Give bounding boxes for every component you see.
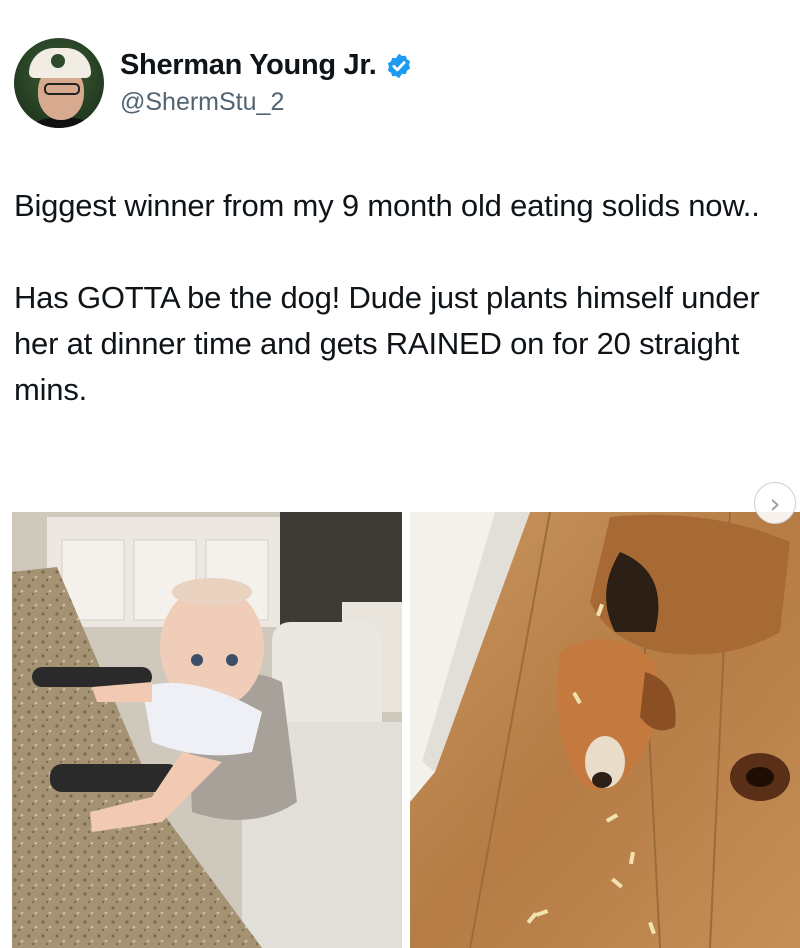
chevron-right-icon[interactable]: › [754, 482, 796, 524]
author-handle[interactable]: @ShermStu_2 [120, 88, 413, 117]
tweet-header: Sherman Young Jr. @ShermStu_2 [14, 38, 413, 128]
verified-badge-icon [387, 53, 410, 78]
dog-on-wood-floor-photo [410, 512, 800, 948]
baby-in-high-chair-photo [12, 512, 402, 948]
author-names: Sherman Young Jr. @ShermStu_2 [120, 49, 413, 117]
author-avatar[interactable] [14, 38, 104, 128]
avatar-cap [29, 48, 91, 78]
display-name-row: Sherman Young Jr. [120, 49, 413, 82]
tweet-text: Biggest winner from my 9 month old eatin… [14, 188, 760, 407]
media-photo-dog[interactable] [410, 512, 800, 948]
media-photo-baby[interactable] [12, 512, 402, 948]
author-display-name[interactable]: Sherman Young Jr. [120, 49, 377, 82]
avatar-glasses [44, 83, 80, 95]
